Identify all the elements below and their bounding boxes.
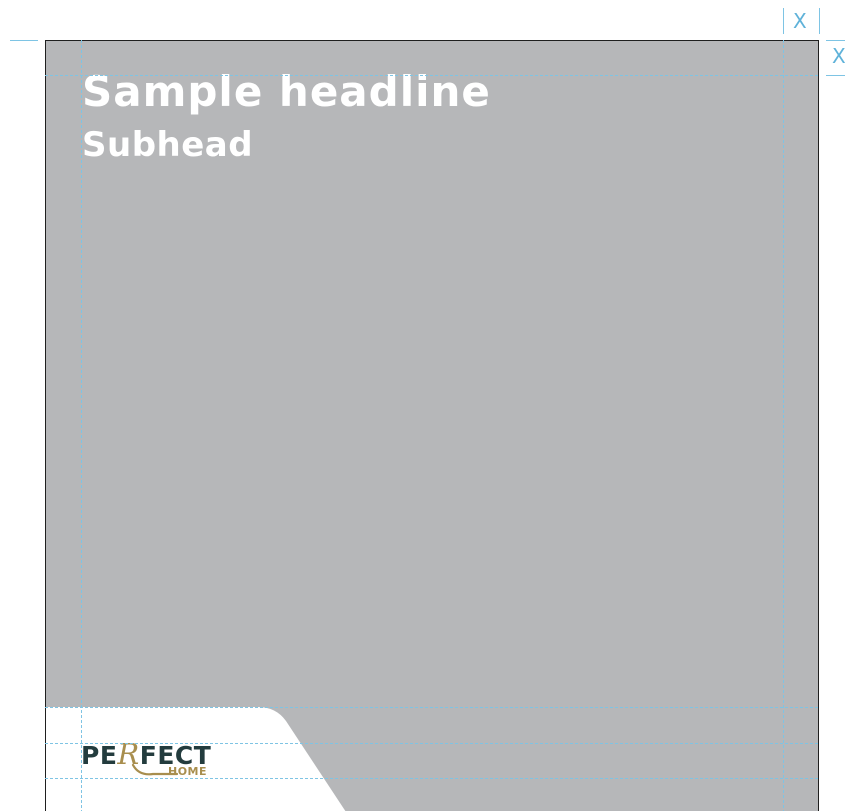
perfect-home-logo: PERFECT HOME	[81, 739, 231, 787]
logo-subtext: HOME	[168, 765, 208, 778]
artboard: Sample headline Subhead PERFECT HOME	[45, 40, 819, 811]
logo-text-start: PE	[81, 741, 118, 770]
margin-label-side: X	[832, 44, 845, 68]
layout-template: Sample headline Subhead PERFECT HOME X X	[0, 0, 845, 811]
margin-label-top: X	[793, 9, 807, 33]
subhead: Subhead	[82, 125, 254, 165]
headline: Sample headline	[82, 67, 491, 116]
